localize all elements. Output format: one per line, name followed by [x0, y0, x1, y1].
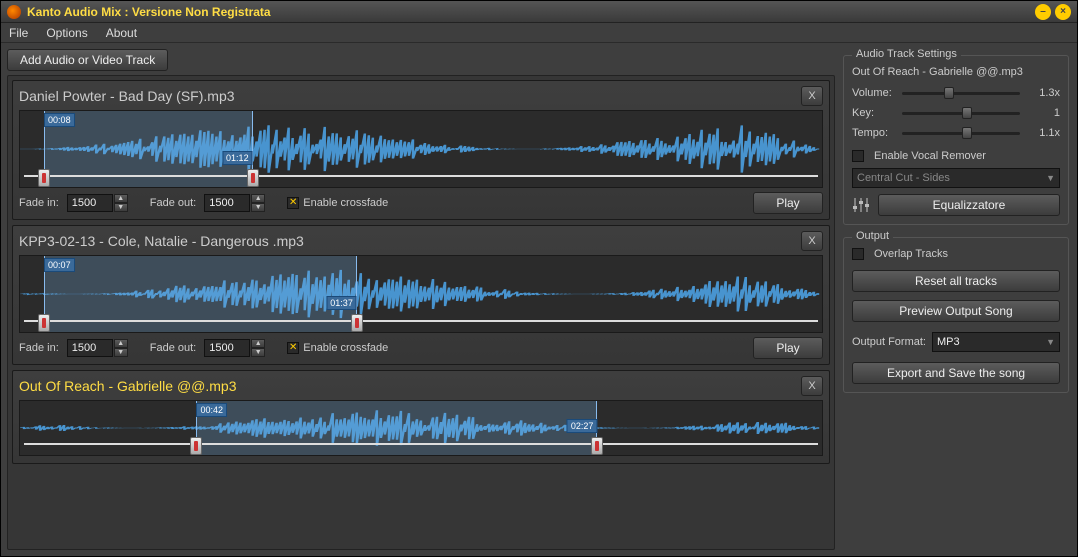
app-window: Kanto Audio Mix : Versione Non Registrat… — [0, 0, 1078, 557]
crossfade-checkbox[interactable]: ✕ — [287, 342, 299, 354]
reset-tracks-button[interactable]: Reset all tracks — [852, 270, 1060, 292]
fade-in-input[interactable]: ▲▼ — [67, 194, 128, 212]
selection-start-time: 00:07 — [44, 258, 75, 272]
spin-down-icon[interactable]: ▼ — [251, 203, 265, 212]
waveform[interactable]: 00:42 02:27 — [19, 400, 823, 456]
selection-end-time: 01:12 — [222, 151, 253, 165]
overlap-checkbox[interactable] — [852, 248, 864, 260]
spin-down-icon[interactable]: ▼ — [114, 348, 128, 357]
audio-settings-group: Audio Track Settings Out Of Reach - Gabr… — [843, 55, 1069, 225]
overlap-label: Overlap Tracks — [874, 248, 948, 260]
chevron-down-icon: ▼ — [1046, 173, 1055, 183]
selection-start-time: 00:08 — [44, 113, 75, 127]
crossfade-checkbox[interactable]: ✕ — [287, 197, 299, 209]
fade-in-label: Fade in: — [19, 197, 59, 209]
vocal-mode-select[interactable]: Central Cut - Sides ▼ — [852, 168, 1060, 188]
equalizer-button[interactable]: Equalizzatore — [878, 194, 1060, 216]
play-button[interactable]: Play — [753, 192, 823, 214]
track-close-button[interactable]: X — [801, 376, 823, 396]
crossfade-label: Enable crossfade — [303, 342, 388, 354]
timeline-baseline — [24, 443, 818, 445]
menu-file[interactable]: File — [9, 26, 28, 40]
selection-end-handle[interactable] — [351, 314, 363, 332]
track-title: Daniel Powter - Bad Day (SF).mp3 — [19, 88, 801, 104]
selection-end-time: 01:37 — [326, 296, 357, 310]
key-label: Key: — [852, 107, 896, 119]
track[interactable]: Out Of Reach - Gabrielle @@.mp3 X 00:42 … — [12, 370, 830, 464]
left-panel: Add Audio or Video Track Daniel Powter -… — [1, 43, 841, 556]
fade-out-input[interactable]: ▲▼ — [204, 339, 265, 357]
output-format-select[interactable]: MP3 ▼ — [932, 332, 1060, 352]
output-title: Output — [852, 230, 893, 242]
selection-region[interactable] — [196, 401, 597, 455]
equalizer-icon — [852, 195, 870, 215]
preview-output-button[interactable]: Preview Output Song — [852, 300, 1060, 322]
spin-up-icon[interactable]: ▲ — [251, 194, 265, 203]
fade-in-input[interactable]: ▲▼ — [67, 339, 128, 357]
fade-out-label: Fade out: — [150, 197, 196, 209]
audio-settings-title: Audio Track Settings — [852, 48, 961, 60]
minimize-button[interactable]: – — [1035, 4, 1051, 20]
spin-up-icon[interactable]: ▲ — [251, 339, 265, 348]
volume-value: 1.3x — [1026, 87, 1060, 99]
selection-start-handle[interactable] — [38, 314, 50, 332]
key-slider[interactable] — [902, 106, 1020, 120]
selection-end-handle[interactable] — [247, 169, 259, 187]
export-button[interactable]: Export and Save the song — [852, 362, 1060, 384]
right-panel: Audio Track Settings Out Of Reach - Gabr… — [841, 43, 1077, 556]
key-value: 1 — [1026, 107, 1060, 119]
spin-down-icon[interactable]: ▼ — [251, 348, 265, 357]
selection-start-handle[interactable] — [38, 169, 50, 187]
window-title: Kanto Audio Mix : Versione Non Registrat… — [27, 5, 271, 19]
menu-about[interactable]: About — [106, 26, 137, 40]
app-logo-icon — [7, 5, 21, 19]
timeline-baseline — [24, 175, 818, 177]
track-title: Out Of Reach - Gabrielle @@.mp3 — [19, 378, 801, 394]
current-track-label: Out Of Reach - Gabrielle @@.mp3 — [852, 66, 1060, 78]
spin-down-icon[interactable]: ▼ — [114, 203, 128, 212]
add-track-button[interactable]: Add Audio or Video Track — [7, 49, 168, 71]
spin-up-icon[interactable]: ▲ — [114, 194, 128, 203]
fade-out-input[interactable]: ▲▼ — [204, 194, 265, 212]
output-format-label: Output Format: — [852, 336, 926, 348]
close-button[interactable]: × — [1055, 4, 1071, 20]
fade-out-label: Fade out: — [150, 342, 196, 354]
tempo-value: 1.1x — [1026, 127, 1060, 139]
volume-slider[interactable] — [902, 86, 1020, 100]
volume-label: Volume: — [852, 87, 896, 99]
track-close-button[interactable]: X — [801, 86, 823, 106]
chevron-down-icon: ▼ — [1046, 337, 1055, 347]
waveform[interactable]: 00:08 01:12 — [19, 110, 823, 188]
vocal-remover-label: Enable Vocal Remover — [874, 150, 986, 162]
vocal-remover-checkbox[interactable] — [852, 150, 864, 162]
selection-end-time: 02:27 — [567, 419, 598, 433]
menubar: File Options About — [1, 23, 1077, 43]
track[interactable]: Daniel Powter - Bad Day (SF).mp3 X 00:08… — [12, 80, 830, 220]
spin-up-icon[interactable]: ▲ — [114, 339, 128, 348]
selection-start-time: 00:42 — [196, 403, 227, 417]
play-button[interactable]: Play — [753, 337, 823, 359]
track-title: KPP3-02-13 - Cole, Natalie - Dangerous .… — [19, 233, 801, 249]
crossfade-label: Enable crossfade — [303, 197, 388, 209]
output-group: Output Overlap Tracks Reset all tracks P… — [843, 237, 1069, 393]
waveform[interactable]: 00:07 01:37 — [19, 255, 823, 333]
tempo-slider[interactable] — [902, 126, 1020, 140]
tempo-label: Tempo: — [852, 127, 896, 139]
selection-end-handle[interactable] — [591, 437, 603, 455]
track[interactable]: KPP3-02-13 - Cole, Natalie - Dangerous .… — [12, 225, 830, 365]
selection-start-handle[interactable] — [190, 437, 202, 455]
track-close-button[interactable]: X — [801, 231, 823, 251]
track-list: Daniel Powter - Bad Day (SF).mp3 X 00:08… — [7, 75, 835, 550]
timeline-baseline — [24, 320, 818, 322]
menu-options[interactable]: Options — [46, 26, 87, 40]
fade-in-label: Fade in: — [19, 342, 59, 354]
titlebar: Kanto Audio Mix : Versione Non Registrat… — [1, 1, 1077, 23]
